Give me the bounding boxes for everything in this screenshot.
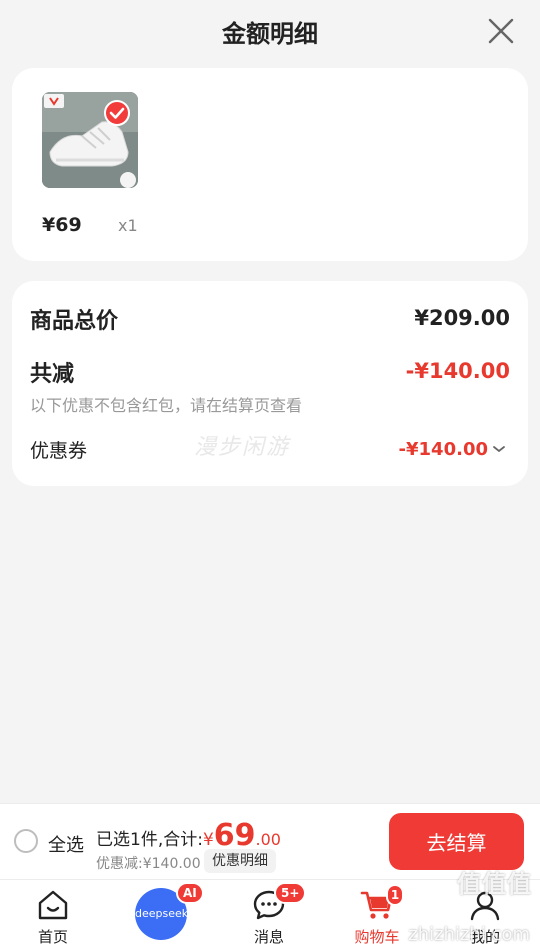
page-title: 金额明细 bbox=[222, 20, 318, 48]
amount-detail-page: 金额明细 乔丹 ¥69 x1 bbox=[0, 0, 540, 952]
home-icon bbox=[38, 890, 68, 920]
coupon-label[interactable]: 优惠券 bbox=[30, 436, 87, 463]
price-summary-card: 商品总价 ¥209.00 共减 -¥140.00 以下优惠不包含红包，请在结算页… bbox=[12, 281, 528, 486]
tab-home[interactable]: 首页 bbox=[8, 880, 98, 952]
sum-currency: ¥ bbox=[202, 830, 214, 850]
discount-detail-button[interactable]: 优惠明细 bbox=[204, 849, 276, 873]
reduction-note: 以下优惠不包含红包，请在结算页查看 bbox=[30, 396, 303, 415]
select-all-label[interactable]: 全选 bbox=[48, 831, 84, 857]
checkout-button[interactable]: 去结算 bbox=[389, 813, 524, 870]
product-card: 乔丹 ¥69 x1 bbox=[12, 68, 528, 261]
sum-decimal: .00 bbox=[255, 830, 281, 849]
select-all-checkbox[interactable] bbox=[14, 829, 38, 853]
total-price-label: 商品总价 bbox=[30, 309, 119, 334]
sum-integer: 69 bbox=[213, 818, 256, 853]
selected-prefix: 已选1件,合计: bbox=[96, 830, 203, 850]
check-icon[interactable] bbox=[104, 100, 130, 126]
close-icon[interactable] bbox=[486, 16, 516, 46]
total-price-value: ¥209.00 bbox=[414, 306, 510, 330]
product-price: ¥69 bbox=[42, 214, 82, 236]
discount-text: 优惠减:¥140.00 bbox=[96, 856, 201, 872]
selected-summary: 已选1件,合计:¥69.00 bbox=[96, 818, 281, 853]
tab-deepseek[interactable]: deepseek AI bbox=[116, 880, 206, 952]
product-quantity: x1 bbox=[118, 216, 138, 235]
total-reduction-label: 共减 bbox=[30, 362, 75, 387]
watermark-text: 漫步闲游 bbox=[194, 435, 291, 460]
ai-badge: AI bbox=[176, 882, 204, 904]
messages-badge: 5+ bbox=[274, 882, 307, 904]
site-url-watermark: zhizhizhi.com bbox=[408, 924, 530, 945]
cart-badge: 1 bbox=[386, 884, 404, 906]
chevron-down-icon[interactable] bbox=[492, 443, 506, 455]
site-watermark: 值值值 bbox=[457, 870, 532, 898]
tab-home-label: 首页 bbox=[37, 928, 68, 946]
total-reduction-value: -¥140.00 bbox=[405, 359, 510, 383]
tab-messages[interactable]: 5+ 消息 bbox=[224, 880, 314, 952]
tab-messages-label: 消息 bbox=[253, 928, 284, 946]
header: 金额明细 bbox=[0, 0, 540, 64]
coupon-value[interactable]: -¥140.00 bbox=[399, 439, 488, 460]
